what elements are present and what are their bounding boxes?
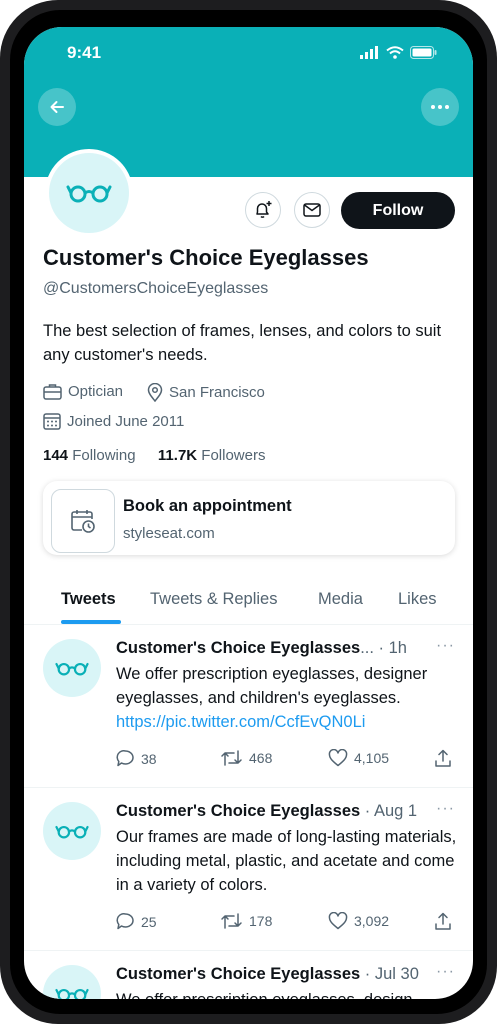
calendar-clock-icon xyxy=(51,489,115,553)
share-button[interactable] xyxy=(434,912,452,931)
reply-count: 38 xyxy=(141,750,157,767)
profile-category: Optician xyxy=(43,383,123,400)
mail-icon xyxy=(303,203,321,217)
reply-button[interactable]: 38 xyxy=(116,749,157,768)
following-link[interactable]: 144 Following xyxy=(43,447,136,464)
follow-button[interactable]: Follow xyxy=(341,192,455,229)
location-pin-icon xyxy=(147,383,163,402)
back-arrow-icon xyxy=(49,99,65,115)
retweet-button[interactable]: 468 xyxy=(220,749,272,767)
like-count: 4,105 xyxy=(354,750,390,766)
retweet-icon xyxy=(220,912,243,930)
profile-location: San Francisco xyxy=(147,383,265,402)
followers-count: 11.7K xyxy=(157,447,198,464)
profile-bio: The best selection of frames, lenses, an… xyxy=(43,322,442,364)
following-label: Following xyxy=(72,447,136,464)
notification-bell-icon xyxy=(253,200,273,220)
tweet-actions: 38 468 4,105 xyxy=(116,749,456,771)
tweet-text: Our frames are made of long-lasting mate… xyxy=(116,828,457,894)
wifi-icon xyxy=(386,46,404,59)
share-icon xyxy=(434,749,452,768)
message-button[interactable] xyxy=(294,192,330,228)
tweet-more-button[interactable]: ··· xyxy=(436,800,455,818)
tweet-avatar[interactable] xyxy=(43,639,101,697)
share-icon xyxy=(434,912,452,931)
retweet-button[interactable]: 178 xyxy=(220,912,272,930)
followers-link[interactable]: 11.7K Followers xyxy=(158,447,266,464)
glasses-icon xyxy=(55,661,89,676)
reply-count: 25 xyxy=(141,913,157,930)
tweet-avatar[interactable] xyxy=(43,965,101,999)
status-time: 9:41 xyxy=(67,43,102,62)
battery-icon xyxy=(410,46,437,59)
glasses-icon xyxy=(55,824,89,839)
profile-tabs: Tweets Tweets & Replies Media Likes xyxy=(24,582,473,625)
like-button[interactable]: 3,092 xyxy=(328,912,389,930)
tweet-text: We offer prescription eyeglasses, design xyxy=(116,988,461,999)
tweet-actions: 25 178 3,092 xyxy=(116,912,456,934)
tweet-time: · 1h xyxy=(373,639,407,657)
back-button[interactable] xyxy=(38,88,76,126)
tab-tweets-replies[interactable]: Tweets & Replies xyxy=(150,590,277,609)
active-tab-indicator xyxy=(61,620,121,624)
tab-likes[interactable]: Likes xyxy=(398,590,437,609)
tweet-author[interactable]: Customer's Choice Eyeglasses xyxy=(116,639,360,657)
profile-name: Customer's Choice Eyeglasses xyxy=(43,245,369,270)
tweet-header: Customer's Choice Eyeglasses · Aug 1 xyxy=(116,802,417,821)
following-count: 144 xyxy=(43,447,69,464)
tweet-link[interactable]: https://pic.twitter.com/CcfEvQN0Li xyxy=(116,713,365,731)
reply-icon xyxy=(116,749,135,768)
tweet[interactable]: Customer's Choice Eyeglasses · Aug 1 ···… xyxy=(24,788,473,951)
more-icon xyxy=(431,105,449,109)
tweet-more-button[interactable]: ··· xyxy=(436,963,455,981)
profile-avatar[interactable] xyxy=(45,149,133,237)
tweet-time: · Jul 30 xyxy=(360,965,419,983)
share-button[interactable] xyxy=(434,749,452,768)
like-icon xyxy=(328,749,348,767)
retweet-icon xyxy=(220,749,243,767)
tweet[interactable]: Customer's Choice Eyeglasses... · 1h ···… xyxy=(24,625,473,788)
category-label: Optician xyxy=(68,383,124,400)
glasses-icon xyxy=(55,987,89,999)
notifications-button[interactable] xyxy=(245,192,281,228)
tweet[interactable]: Customer's Choice Eyeglasses · Jul 30 ··… xyxy=(24,951,473,999)
status-bar: 9:41 xyxy=(24,40,473,70)
tweet-body: We offer prescription eyeglasses, design… xyxy=(116,665,428,707)
status-icons xyxy=(360,46,437,59)
card-subtitle: styleseat.com xyxy=(123,525,215,542)
tweet-time: · Aug 1 xyxy=(360,802,418,820)
profile-joined: Joined June 2011 xyxy=(43,412,184,430)
tab-tweets[interactable]: Tweets xyxy=(61,590,116,609)
profile-stats: 144 Following 11.7K Followers xyxy=(43,447,265,464)
appointment-card[interactable]: Book an appointment styleseat.com xyxy=(43,481,455,555)
tweet-author[interactable]: Customer's Choice Eyeglasses xyxy=(116,965,360,983)
retweet-count: 468 xyxy=(249,750,273,766)
screen: 9:41 Follow Customer's Choice Eyeglasses… xyxy=(24,27,473,999)
like-count: 3,092 xyxy=(354,913,390,929)
like-button[interactable]: 4,105 xyxy=(328,749,389,767)
tweet-header: Customer's Choice Eyeglasses · Jul 30 xyxy=(116,965,419,984)
card-title: Book an appointment xyxy=(123,497,292,515)
calendar-icon xyxy=(43,412,61,430)
tweet-text: We offer prescription eyeglasses, design… xyxy=(116,662,461,734)
reply-icon xyxy=(116,912,135,931)
followers-label: Followers xyxy=(201,447,266,464)
tab-media[interactable]: Media xyxy=(318,590,363,609)
joined-label: Joined June 2011 xyxy=(67,412,185,430)
reply-button[interactable]: 25 xyxy=(116,912,157,931)
tweet-more-button[interactable]: ··· xyxy=(436,637,455,655)
glasses-icon xyxy=(66,183,112,203)
tweet-truncation: ... xyxy=(360,639,374,657)
tweet-author[interactable]: Customer's Choice Eyeglasses xyxy=(116,802,360,820)
retweet-count: 178 xyxy=(249,913,273,929)
profile-handle: @CustomersChoiceEyeglasses xyxy=(43,280,269,297)
tweet-header: Customer's Choice Eyeglasses... · 1h xyxy=(116,639,407,658)
tweet-avatar[interactable] xyxy=(43,802,101,860)
phone-frame: 9:41 Follow Customer's Choice Eyeglasses… xyxy=(0,0,497,1024)
more-options-button[interactable] xyxy=(421,88,459,126)
signal-icon xyxy=(360,46,380,59)
location-label: San Francisco xyxy=(169,384,265,401)
briefcase-icon xyxy=(43,383,62,400)
like-icon xyxy=(328,912,348,930)
